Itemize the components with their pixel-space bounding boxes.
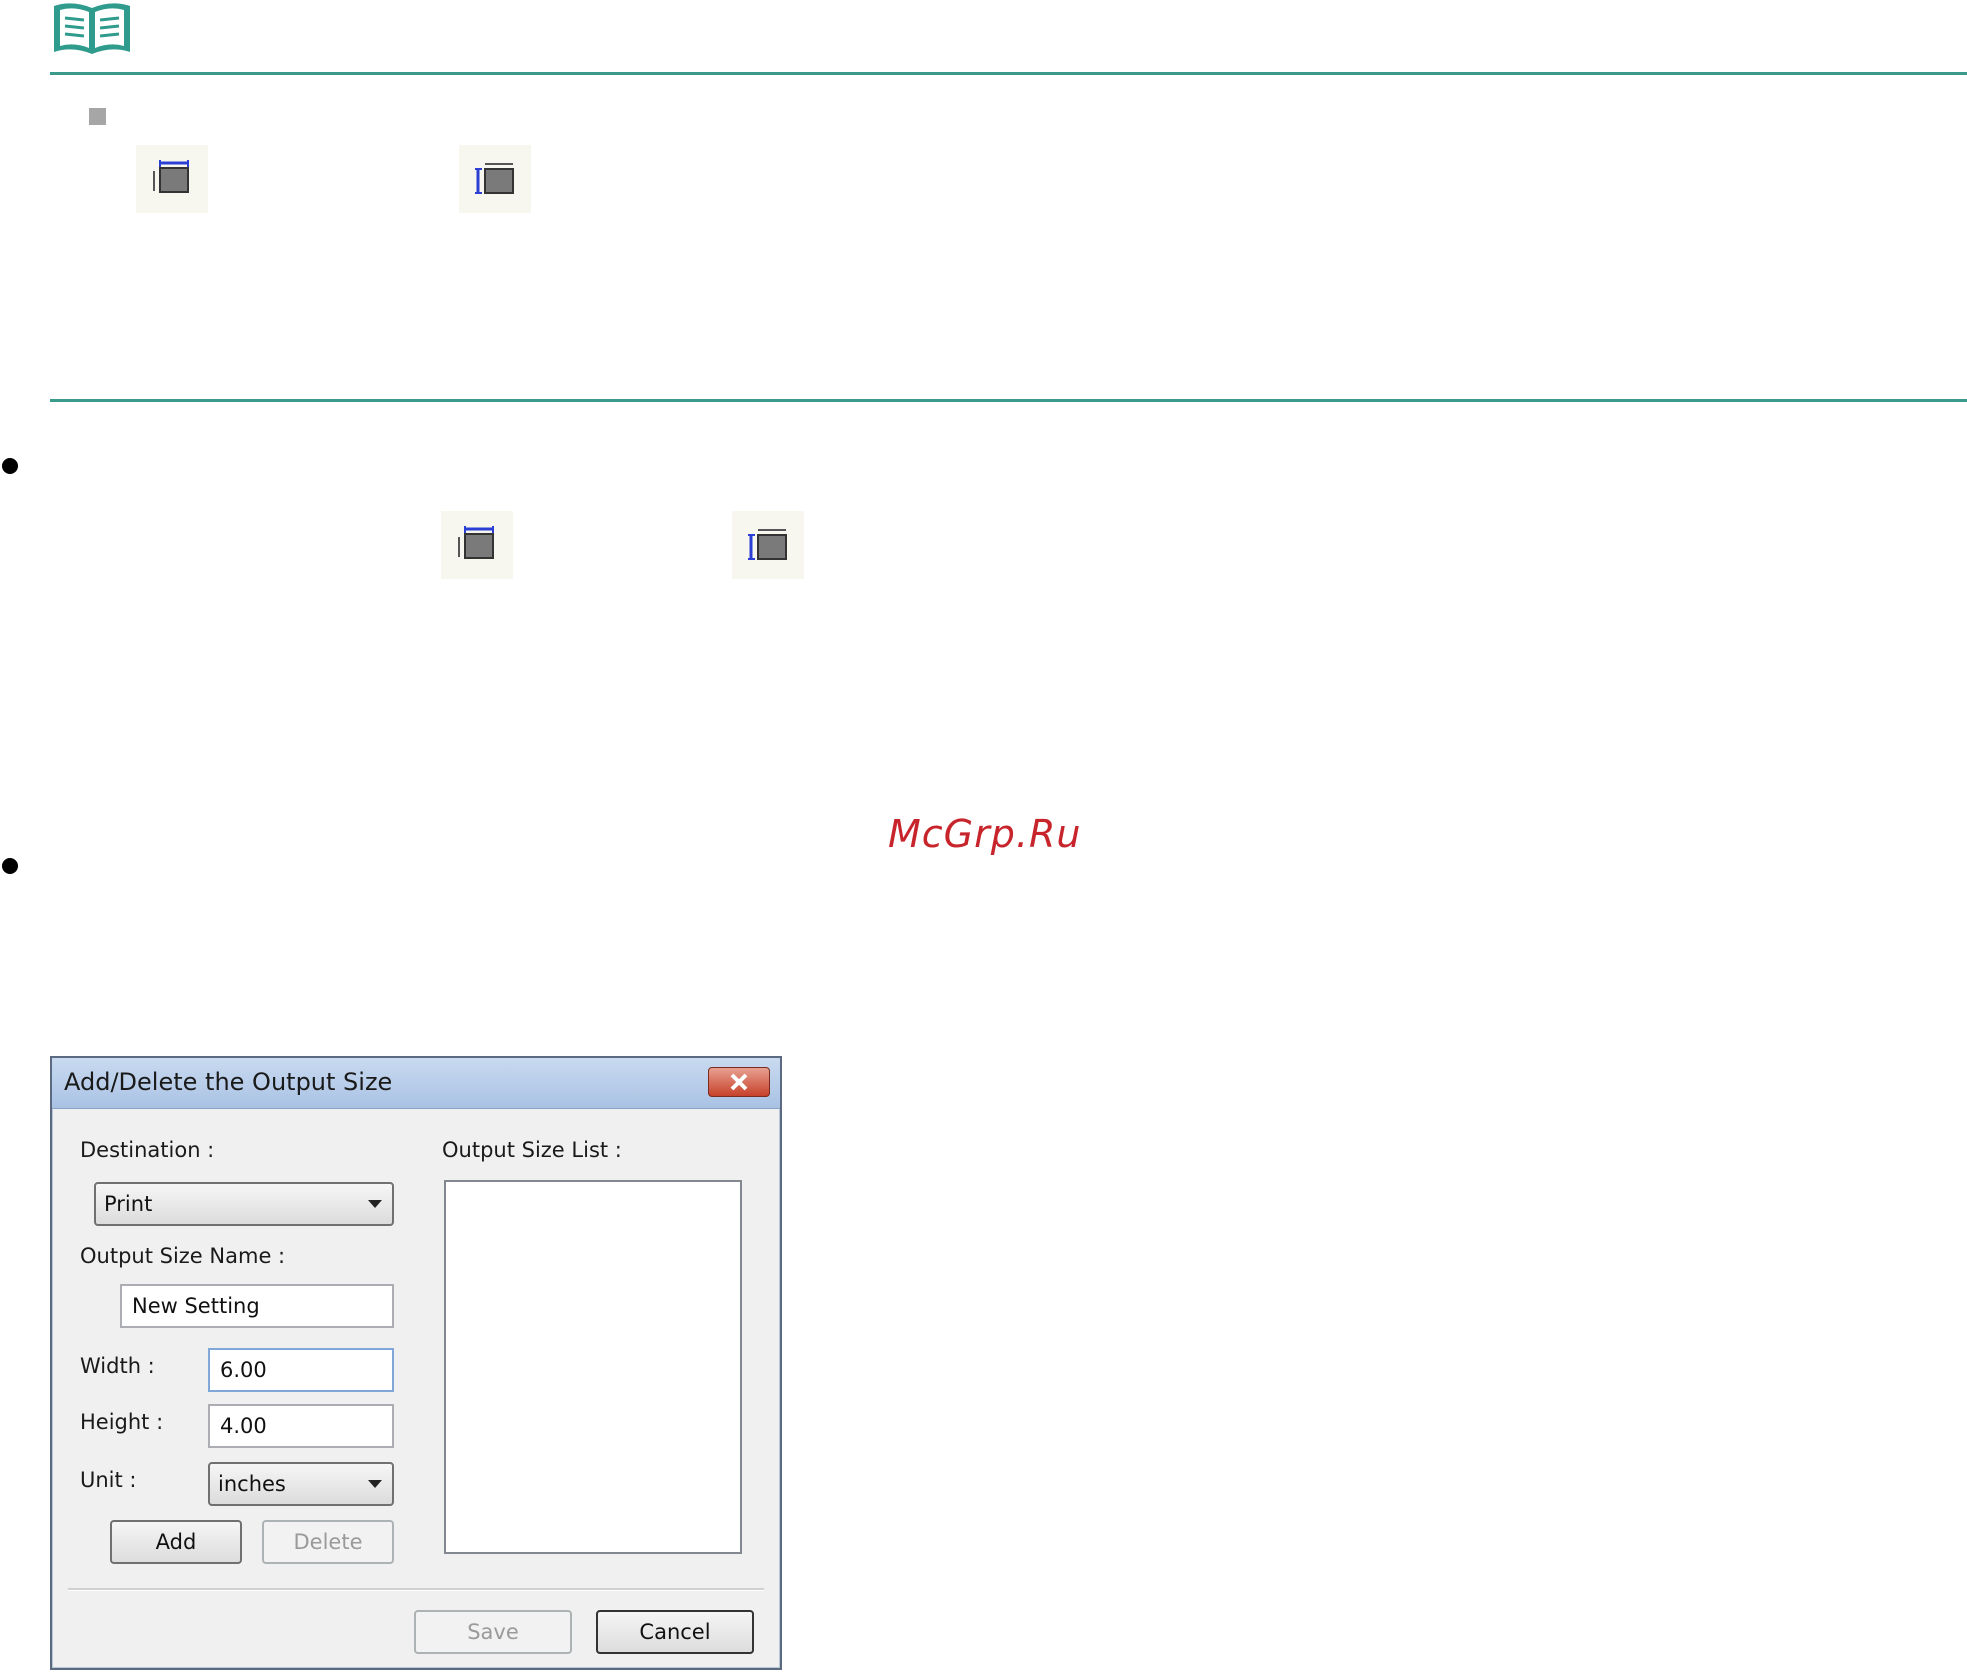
dialog-title: Add/Delete the Output Size bbox=[64, 1068, 393, 1096]
crop-frame-icon bbox=[732, 511, 804, 579]
round-bullet bbox=[2, 858, 18, 874]
watermark: McGrp.Ru bbox=[888, 812, 1082, 856]
output-size-name-input[interactable]: New Setting bbox=[120, 1284, 394, 1328]
width-label: Width : bbox=[80, 1354, 155, 1378]
unit-value: inches bbox=[218, 1472, 286, 1496]
save-button[interactable]: Save bbox=[414, 1610, 572, 1654]
close-button[interactable] bbox=[708, 1067, 770, 1097]
output-size-list[interactable] bbox=[444, 1180, 742, 1554]
dialog-titlebar[interactable]: Add/Delete the Output Size bbox=[52, 1058, 780, 1109]
delete-button[interactable]: Delete bbox=[262, 1520, 394, 1564]
note-bottom-rule bbox=[50, 399, 1967, 402]
height-label: Height : bbox=[80, 1410, 164, 1434]
round-bullet bbox=[2, 458, 18, 474]
destination-value: Print bbox=[104, 1192, 153, 1216]
unit-label: Unit : bbox=[80, 1468, 137, 1492]
dialog-separator bbox=[68, 1588, 764, 1591]
square-bullet bbox=[89, 108, 106, 125]
output-size-name-label: Output Size Name : bbox=[80, 1244, 286, 1268]
crop-frame-icon bbox=[136, 145, 208, 213]
width-input[interactable]: 6.00 bbox=[208, 1348, 394, 1392]
note-top-rule bbox=[50, 72, 1967, 75]
add-delete-output-size-dialog: Add/Delete the Output Size Destination :… bbox=[50, 1056, 782, 1670]
crop-frame-icon bbox=[441, 511, 513, 579]
cancel-button[interactable]: Cancel bbox=[596, 1610, 754, 1654]
destination-select[interactable]: Print bbox=[94, 1182, 394, 1226]
add-button[interactable]: Add bbox=[110, 1520, 242, 1564]
output-size-list-label: Output Size List : bbox=[442, 1138, 622, 1162]
close-x-icon bbox=[730, 1073, 748, 1091]
destination-label: Destination : bbox=[80, 1138, 215, 1162]
chevron-down-icon bbox=[368, 1200, 382, 1208]
crop-frame-icon bbox=[459, 145, 531, 213]
note-book-icon bbox=[50, 0, 134, 58]
unit-select[interactable]: inches bbox=[208, 1462, 394, 1506]
height-input[interactable]: 4.00 bbox=[208, 1404, 394, 1448]
chevron-down-icon bbox=[368, 1480, 382, 1488]
